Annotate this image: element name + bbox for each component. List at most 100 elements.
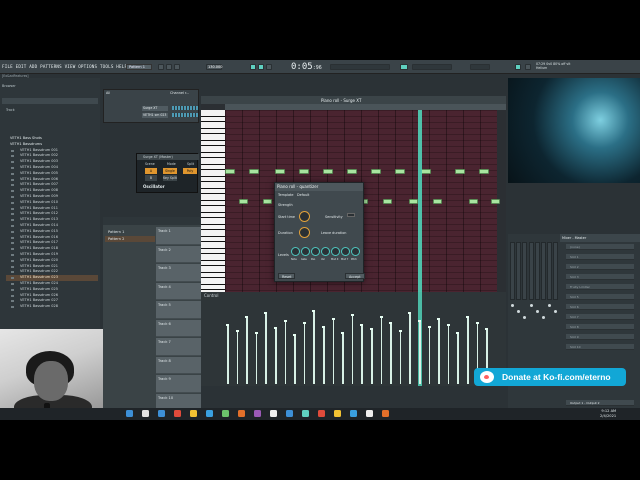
velocity-bar[interactable] <box>274 327 277 384</box>
taskbar-app-icon[interactable] <box>382 410 389 417</box>
velocity-bar[interactable] <box>303 322 306 384</box>
mixer-fader-knob[interactable] <box>542 316 545 319</box>
midi-note[interactable] <box>299 169 309 174</box>
mixer-effect-slot[interactable]: Slot 2 <box>566 264 634 270</box>
midi-note[interactable] <box>421 169 431 174</box>
velocity-bar[interactable] <box>322 326 325 384</box>
taskbar-app-icon[interactable] <box>174 410 181 417</box>
velocity-bar[interactable] <box>255 332 258 384</box>
playlist-toolbar[interactable] <box>103 217 201 225</box>
velocity-bar[interactable] <box>245 316 248 384</box>
taskbar-app-icon[interactable] <box>254 410 261 417</box>
mixer-icon[interactable] <box>525 64 531 70</box>
mixer-effect-slot[interactable]: Slot 8 <box>566 324 634 330</box>
level-ring-2[interactable] <box>311 247 320 256</box>
scene-b-button[interactable]: B <box>145 175 157 181</box>
wait-button[interactable] <box>258 64 264 70</box>
tempo-display[interactable]: 130.000 <box>206 64 222 70</box>
pattern-strip[interactable] <box>412 64 452 70</box>
midi-note[interactable] <box>323 169 333 174</box>
mixer-fader-knob[interactable] <box>523 316 527 319</box>
mixer-channel-strip[interactable] <box>534 242 540 300</box>
midi-note[interactable] <box>469 199 478 204</box>
main-menu[interactable]: FILE EDIT ADD PATTERNS VIEW OPTIONS TOOL… <box>2 64 127 69</box>
scene-a-button[interactable]: A <box>145 168 157 174</box>
mixer-slot-top[interactable]: (none) <box>566 244 634 250</box>
snap-button[interactable] <box>400 64 408 70</box>
leave-duration-label[interactable]: Leave duration <box>321 231 346 235</box>
velocity-pane[interactable]: Control <box>201 292 506 386</box>
duration-knob[interactable] <box>299 227 310 238</box>
mixer-effect-slot[interactable]: Slot 3 <box>566 274 634 280</box>
velocity-bar[interactable] <box>427 326 431 384</box>
midi-note[interactable] <box>249 169 259 174</box>
taskbar-app-icon[interactable] <box>334 410 341 417</box>
channel-rack-filter[interactable]: All <box>106 91 110 95</box>
metronome-button[interactable] <box>250 64 256 70</box>
mixer-fader-knob[interactable] <box>535 310 539 313</box>
taskbar-app-icon[interactable] <box>238 410 245 417</box>
playlist-track-header[interactable]: Track 6 <box>156 319 201 337</box>
velocity-bar[interactable] <box>389 322 392 384</box>
mixer-channel-strip[interactable] <box>553 242 559 300</box>
mixer-output[interactable]: Output 1 - Output 2 <box>566 400 634 406</box>
mixer-fader-knob[interactable] <box>517 310 521 313</box>
taskbar-app-icon[interactable] <box>302 410 309 417</box>
velocity-bar[interactable] <box>399 330 402 384</box>
play-button[interactable] <box>158 64 164 70</box>
velocity-bar[interactable] <box>226 324 229 384</box>
playlist-track-header[interactable]: Track 9 <box>156 375 201 393</box>
mixer-title[interactable]: Mixer - Master <box>560 234 640 242</box>
mixer-fader-knob[interactable] <box>554 310 558 313</box>
velocity-bar[interactable] <box>283 320 287 384</box>
taskbar-app-icon[interactable] <box>142 410 149 417</box>
mixer-effect-slot[interactable]: Slot 5 <box>566 294 634 300</box>
mixer-channel-strip[interactable] <box>510 242 515 300</box>
level-ring-4[interactable] <box>331 247 340 256</box>
mixer-channel-strip[interactable] <box>541 242 546 300</box>
step-sequencer-2[interactable] <box>172 113 198 117</box>
velocity-bar[interactable] <box>447 324 450 384</box>
pattern-item-1[interactable]: Pattern 1 <box>105 229 155 235</box>
piano-roll-titlebar[interactable]: Piano roll - Surge XT <box>201 96 506 104</box>
mixer-channel-strip[interactable] <box>528 242 534 300</box>
playlist-track-header[interactable]: Track 4 <box>156 282 201 300</box>
mixer-fader-knob[interactable] <box>529 304 533 307</box>
pattern-item-2[interactable]: Pattern 2 <box>105 236 155 242</box>
stop-button[interactable] <box>166 64 172 70</box>
record-button[interactable] <box>174 64 180 70</box>
accept-button[interactable]: Accept <box>345 273 365 279</box>
browser-search[interactable]: Track <box>6 108 15 112</box>
level-ring-0[interactable] <box>291 247 300 256</box>
taskbar-app-icon[interactable] <box>190 410 197 417</box>
midi-note[interactable] <box>225 169 235 174</box>
taskbar-app-icon[interactable] <box>318 410 325 417</box>
synth-title[interactable]: Surge XT (Master) <box>137 154 199 160</box>
mixer-fader-knob[interactable] <box>511 304 514 307</box>
playlist-track-header[interactable]: Track 2 <box>156 245 201 263</box>
midi-note[interactable] <box>491 199 500 204</box>
taskbar-app-icon[interactable] <box>366 410 373 417</box>
level-ring-3[interactable] <box>321 247 330 256</box>
taskbar-app-icon[interactable] <box>286 410 293 417</box>
level-ring-6[interactable] <box>351 247 360 256</box>
midi-note[interactable] <box>479 169 489 174</box>
countdown-button[interactable] <box>266 64 272 70</box>
velocity-bar[interactable] <box>312 310 315 384</box>
step-sequencer-1[interactable] <box>172 106 198 110</box>
mixer-effect-slot[interactable]: Slot 6 <box>566 304 634 310</box>
mixer-effect-slot[interactable]: Slot 1 <box>566 254 634 260</box>
taskbar-app-icon[interactable] <box>206 410 213 417</box>
velocity-bar[interactable] <box>437 318 440 384</box>
playhead-marker[interactable] <box>418 110 422 292</box>
mixer-channel-strip[interactable] <box>522 242 528 300</box>
tools-icon[interactable] <box>515 64 521 70</box>
mixer-effect-slot[interactable]: Slot 7 <box>566 314 634 320</box>
velocity-bar[interactable] <box>360 324 363 384</box>
poly-button[interactable]: Poly <box>183 168 197 174</box>
quantizer-title[interactable]: Piano roll - quantizer <box>275 183 363 191</box>
pattern-selector[interactable]: Pattern 1 <box>126 64 152 70</box>
midi-note[interactable] <box>275 169 285 174</box>
playlist-track-header[interactable]: Track 8 <box>156 356 201 374</box>
reset-button[interactable]: Reset <box>278 273 296 279</box>
